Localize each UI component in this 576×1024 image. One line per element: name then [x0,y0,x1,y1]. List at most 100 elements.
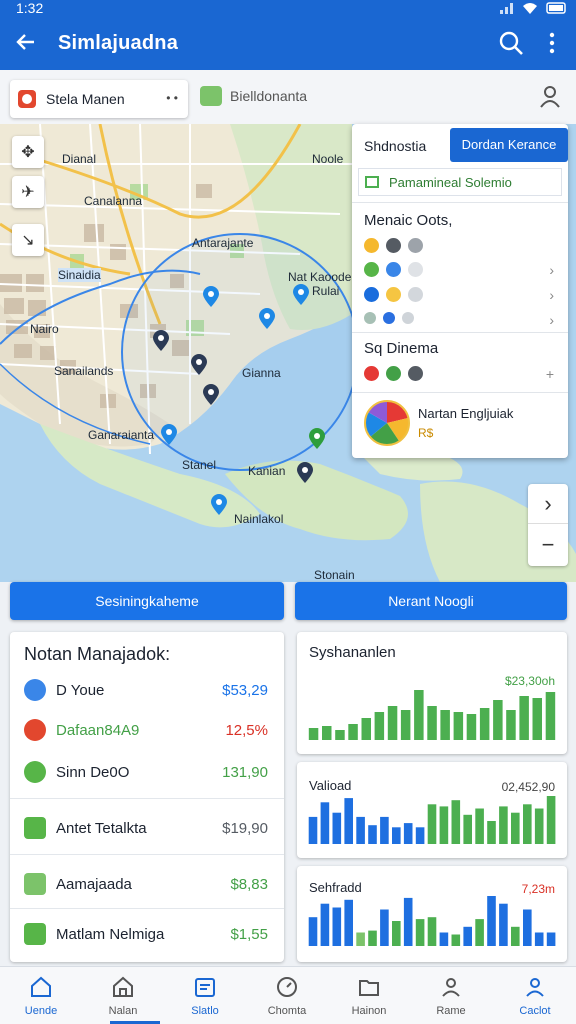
bar [403,897,413,946]
compass-icon[interactable]: ✥ [12,136,44,168]
bar [308,728,319,740]
summary-list-card: Notan Manajadok: D Youe $53,29 Dafaan84A… [10,632,284,962]
nav-label: Nalan [108,1005,138,1017]
nav-item-hainon[interactable]: Hainon [328,967,410,1024]
legend-dot [364,262,379,277]
bar [348,724,358,740]
bar-card: Valioad 02,452,90 [297,762,567,858]
nav-item-rame[interactable]: Rame [410,967,492,1024]
layer-filter[interactable]: Bielldonanta [200,86,307,106]
list-item-name: Matlam Nelmiga [56,925,165,943]
bar [368,930,377,946]
secondary-action-button[interactable]: Nerant Noogli [295,582,567,620]
plus-icon[interactable]: + [546,366,554,382]
map-label: Antarajante [192,236,254,250]
calendar-icon [195,978,215,997]
nav-item-slatlo[interactable]: Slatlo [164,967,246,1024]
list-item[interactable]: Antet Tetalkta $19,90 [10,806,284,850]
list-item-name: Aamajaada [56,875,132,893]
list-item-icon [24,719,46,741]
legend-dot [364,287,379,302]
next-chevron-icon[interactable]: › [528,484,568,524]
legend-row[interactable] [364,287,423,302]
map-pin-icon[interactable] [202,286,220,308]
bar-card: Sehfradd 7,23m [297,866,567,962]
dropdown-dots-icon: • • [166,91,178,105]
bar [403,823,413,844]
list-item-icon [24,761,46,783]
bar-card-title: Valioad [309,778,352,793]
map-label: Nairo [30,322,59,336]
bar-chart [308,690,556,740]
list-item[interactable]: D Youe $53,29 [10,668,284,712]
bar [523,909,532,946]
list-item[interactable]: Matlam Nelmiga $1,55 [10,912,284,956]
map-label: Stonain [314,568,355,582]
bar [546,796,556,844]
location-icon [18,90,36,108]
panel-action-button[interactable]: Dordan Kerance [450,128,568,162]
bar [493,700,503,740]
location-select[interactable]: Stela Manen • • [10,80,188,118]
bar [545,692,556,740]
navigate-icon[interactable]: ✈ [12,176,44,208]
list-item-icon [24,923,46,945]
chevron-right-icon[interactable]: › [549,262,554,278]
map-pin-icon[interactable] [210,494,228,516]
panel-filter-row[interactable]: Pamamineal Solemio [358,168,562,196]
bar [439,806,449,844]
bar [344,899,353,946]
legend-row[interactable] [364,262,423,277]
map-label: Nainlakol [234,512,284,526]
bar [487,896,496,946]
map-pin-icon[interactable] [296,462,314,484]
legend-dot [408,262,423,277]
map-pin-icon[interactable] [160,424,178,446]
list-item[interactable]: Dafaan84A9 12,5% [10,708,284,752]
nav-item-uende[interactable]: Uende [0,967,82,1024]
zoom-out-icon[interactable]: − [528,525,568,565]
chevron-right-icon[interactable]: › [549,287,554,303]
list-item[interactable]: Sinn De0O 131,90 [10,750,284,794]
map-pin-icon[interactable] [202,384,220,406]
account-icon[interactable] [538,84,562,108]
search-icon[interactable] [498,30,524,56]
map-pin-icon[interactable] [258,308,276,330]
nav-item-chomta[interactable]: Chomta [246,967,328,1024]
legend-row[interactable] [364,238,423,253]
bar [475,919,484,946]
nav-label: Uende [24,1005,58,1017]
map-pin-icon[interactable] [308,428,326,450]
expand-icon[interactable]: ↘ [12,224,44,256]
map-pin-icon[interactable] [152,330,170,352]
list-item-value: $53,29 [222,681,268,699]
divider [10,854,284,855]
list-item-value: $19,90 [222,819,268,837]
legend-panel: Shdnostia Dordan Kerance Pamamineal Sole… [352,124,568,458]
list-item[interactable]: Aamajaada $8,83 [10,862,284,906]
list-item-name: D Youe [56,681,105,699]
legend-row[interactable] [364,366,423,381]
bar [308,816,318,844]
more-vert-icon[interactable] [540,30,564,56]
bar [387,706,398,740]
bar [414,690,424,740]
list-item-value: $1,55 [230,925,268,943]
legend-row[interactable] [364,312,414,324]
person-icon [442,978,460,997]
nav-item-caclot[interactable]: Caclot [494,967,576,1024]
bar [440,710,450,740]
pie-chart-icon [364,400,410,446]
map-label: Sanailands [54,364,114,378]
divider [10,798,284,799]
list-item-name: Antet Tetalkta [56,819,147,837]
back-arrow-icon[interactable] [14,30,38,54]
chevron-right-icon[interactable]: › [549,312,554,328]
map-label: Ganaraianta [88,428,155,442]
bar [308,917,318,946]
list-item-icon [24,873,46,895]
map-pin-icon[interactable] [190,354,208,376]
primary-action-button[interactable]: Sesiningkaheme [10,582,284,620]
map-pin-icon[interactable] [292,284,310,306]
nav-item-nalan[interactable]: Nalan [82,967,164,1024]
